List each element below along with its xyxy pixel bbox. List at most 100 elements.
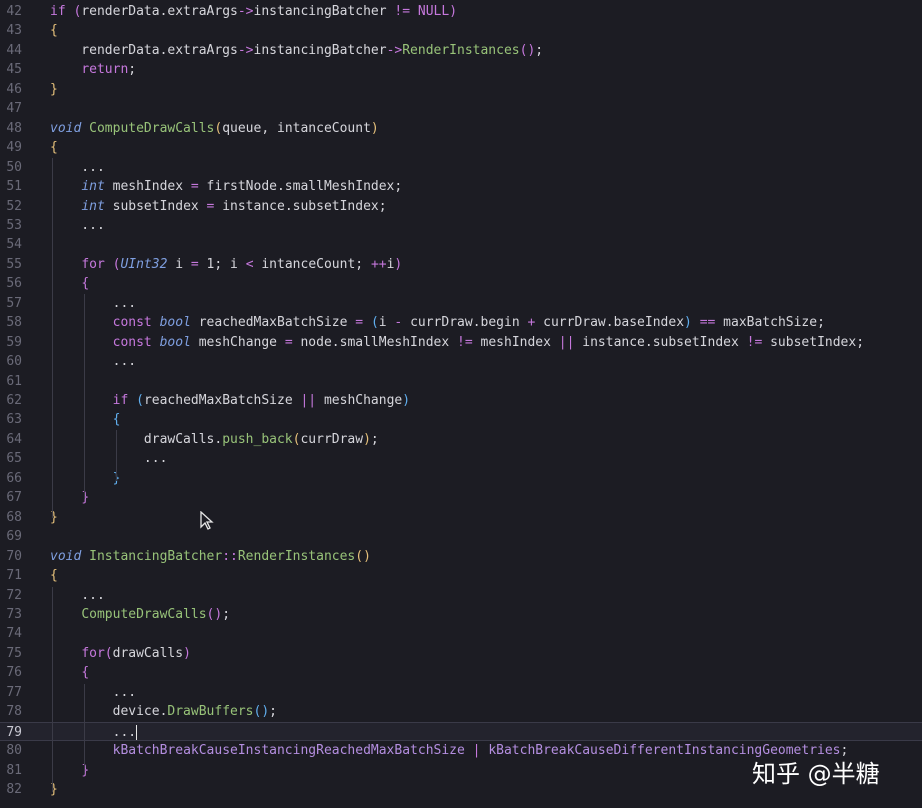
code-token: bool (159, 315, 191, 331)
code-line[interactable]: 68} (0, 508, 922, 528)
code-line[interactable]: 62 if (reachedMaxBatchSize || meshChange… (0, 391, 922, 411)
code-line[interactable]: 76 { (0, 663, 922, 683)
code-token: push_back (222, 431, 293, 447)
code-token: ... (50, 724, 137, 740)
code-line[interactable]: 47 (0, 99, 922, 119)
code-token: renderData.extraArgs (81, 4, 238, 19)
code-line[interactable]: 42 if (renderData.extraArgs->instancingBa… (0, 2, 922, 22)
code-token: firstNode.smallMeshIndex; (198, 179, 403, 195)
code-token: ( (104, 645, 113, 661)
line-number: 52 (6, 198, 22, 214)
code-token: InstancingBatcher (89, 548, 223, 564)
line-number: 74 (6, 626, 22, 642)
line-number: 77 (6, 684, 22, 700)
code-token: { (50, 23, 58, 39)
code-token: RenderInstances (237, 548, 356, 564)
code-token: reachedMaxBatchSize (190, 315, 356, 331)
code-token: RenderInstances (402, 42, 520, 58)
code-line[interactable]: 57 ... (0, 294, 922, 314)
code-line[interactable]: 63 { (0, 410, 922, 430)
code-token: { (50, 140, 58, 156)
code-token: subsetIndex (104, 198, 207, 214)
code-line[interactable]: 56 { (0, 274, 922, 294)
code-line[interactable]: 61 (0, 372, 922, 392)
code-token: = (190, 179, 199, 195)
code-line[interactable]: 53 ... (0, 216, 922, 236)
line-number: 80 (6, 743, 22, 759)
code-line[interactable]: 74 (0, 624, 922, 644)
code-line[interactable]: 77 ... (0, 683, 922, 703)
code-line[interactable]: 67 } (0, 488, 922, 508)
code-token: :: (222, 548, 238, 564)
code-line[interactable]: 79 ... (0, 721, 922, 742)
code-line[interactable]: 43 { (0, 21, 922, 41)
code-line[interactable]: 48 void ComputeDrawCalls(queue, intanceCo… (0, 119, 922, 139)
code-line[interactable]: 45 return; (0, 60, 922, 80)
code-line[interactable]: 69 (0, 527, 922, 547)
code-token: ) (370, 120, 379, 136)
code-text: { (50, 274, 89, 294)
code-token: drawCalls. (50, 431, 223, 447)
code-text: ... (50, 158, 105, 178)
code-text: ... (50, 586, 105, 606)
code-token: return (81, 62, 129, 78)
code-token: void (50, 120, 82, 136)
line-number: 56 (6, 276, 22, 292)
line-number: 58 (6, 315, 22, 331)
code-line[interactable]: 52 int subsetIndex = instance.subsetInde… (0, 197, 922, 217)
code-token: { (112, 412, 121, 428)
code-token: = (284, 334, 293, 350)
line-number: 49 (6, 140, 22, 156)
code-line[interactable]: 78 device.DrawBuffers(); (0, 702, 922, 722)
code-token: subsetIndex; (762, 334, 865, 350)
line-number: 53 (6, 217, 22, 233)
code-line[interactable]: 60 ... (0, 352, 922, 372)
code-line[interactable]: 50 ... (0, 158, 922, 178)
code-line[interactable]: 46} (0, 80, 922, 100)
code-line[interactable]: 54 (0, 235, 922, 255)
code-line[interactable]: 44 renderData.extraArgs->instancingBatch… (0, 41, 922, 61)
code-line[interactable]: 64 drawCalls.push_back(currDraw); (0, 430, 922, 450)
code-line[interactable]: 66 } (0, 469, 922, 489)
code-token: for (81, 645, 105, 661)
code-token: void (50, 548, 82, 564)
code-line[interactable]: 51 int meshIndex = firstNode.smallMeshIn… (0, 177, 922, 197)
code-line[interactable]: 59 const bool meshChange = node.smallMes… (0, 333, 922, 353)
line-number: 45 (6, 62, 22, 78)
line-number: 60 (6, 354, 22, 370)
code-line[interactable]: 75 for(drawCalls) (0, 644, 922, 664)
line-number: 70 (6, 548, 22, 564)
code-token: -> (237, 4, 254, 19)
code-token: ) (402, 393, 411, 408)
code-token: meshIndex (472, 334, 559, 350)
code-token: const (112, 315, 152, 331)
code-token: ) (449, 4, 458, 19)
code-line[interactable]: 70 void InstancingBatcher::RenderInstance… (0, 547, 922, 567)
code-line[interactable]: 72 ... (0, 586, 922, 606)
code-line[interactable]: 55 for (UInt32 i = 1; i < intanceCount; … (0, 255, 922, 275)
code-line[interactable]: 71 { (0, 566, 922, 586)
line-number: 75 (6, 645, 22, 661)
code-line[interactable]: 58 const bool reachedMaxBatchSize = (i -… (0, 313, 922, 333)
code-line[interactable]: 65 ... (0, 449, 922, 469)
code-editor[interactable]: 42 if (renderData.extraArgs->instancingBa… (0, 0, 922, 808)
indent-guide (116, 430, 117, 481)
code-text: ... (50, 449, 168, 469)
line-number: 71 (6, 568, 22, 584)
code-text: } (50, 80, 58, 100)
code-text: if (reachedMaxBatchSize || meshChange) (50, 391, 410, 411)
code-token: != (457, 334, 473, 350)
code-line[interactable]: 49 { (0, 138, 922, 158)
code-token: if (112, 393, 129, 408)
line-number: 66 (6, 470, 22, 486)
code-line[interactable]: 73 ComputeDrawCalls(); (0, 605, 922, 625)
code-token: } (81, 490, 90, 506)
line-number: 67 (6, 490, 22, 506)
